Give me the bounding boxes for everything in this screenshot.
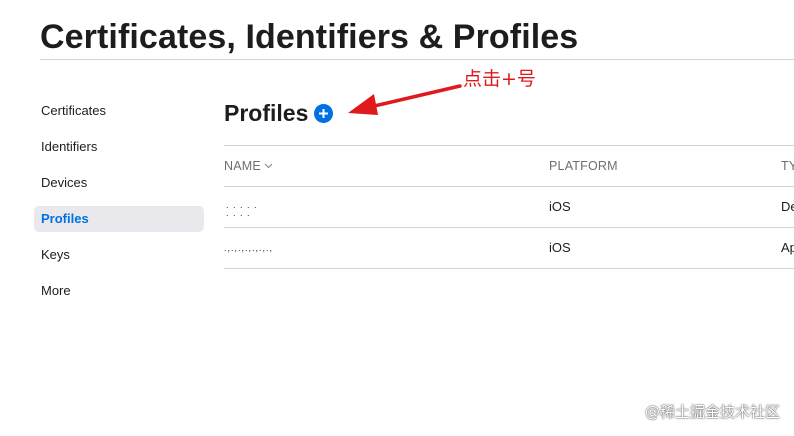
profiles-table: NAME PLATFORM TY . . . . . . . . . iOS D… <box>224 145 794 269</box>
profile-type: Ap <box>781 240 794 255</box>
annotation-text: 点击+号 <box>463 68 536 90</box>
profile-type: De <box>781 199 794 214</box>
table-divider <box>224 268 794 269</box>
plus-icon <box>319 108 329 118</box>
sidebar-nav: Certificates Identifiers Devices Profile… <box>34 98 204 314</box>
sidebar-item-identifiers[interactable]: Identifiers <box>34 134 204 160</box>
table-header-row: NAME PLATFORM TY <box>224 146 794 186</box>
section-header: Profiles <box>224 98 334 128</box>
column-header-platform[interactable]: PLATFORM <box>549 146 618 186</box>
section-title: Profiles <box>224 99 309 126</box>
column-header-name-label: NAME <box>224 159 261 173</box>
column-header-name[interactable]: NAME <box>224 146 273 186</box>
watermark-text: @稀土掘金技术社区 <box>644 403 780 421</box>
title-divider <box>40 59 794 60</box>
redacted-mark: . . . . <box>226 208 251 218</box>
table-row[interactable]: . . . . . . . . . iOS De <box>224 187 794 227</box>
table-row[interactable]: .,.,.,.,.,.,., iOS Ap <box>224 228 794 268</box>
sidebar-item-more[interactable]: More <box>34 278 204 304</box>
sidebar-item-devices[interactable]: Devices <box>34 170 204 196</box>
profile-platform: iOS <box>549 240 571 255</box>
column-header-type[interactable]: TY <box>781 146 794 186</box>
sidebar-item-profiles[interactable]: Profiles <box>34 206 204 232</box>
add-profile-button[interactable] <box>314 103 334 123</box>
redacted-mark: .,.,.,.,.,.,., <box>224 243 274 253</box>
profile-platform: iOS <box>549 199 571 214</box>
sidebar-item-keys[interactable]: Keys <box>34 242 204 268</box>
annotation-arrow-icon <box>348 84 462 115</box>
page-title: Certificates, Identifiers & Profiles <box>40 18 579 56</box>
chevron-down-icon <box>264 163 273 169</box>
sidebar-item-certificates[interactable]: Certificates <box>34 98 204 124</box>
